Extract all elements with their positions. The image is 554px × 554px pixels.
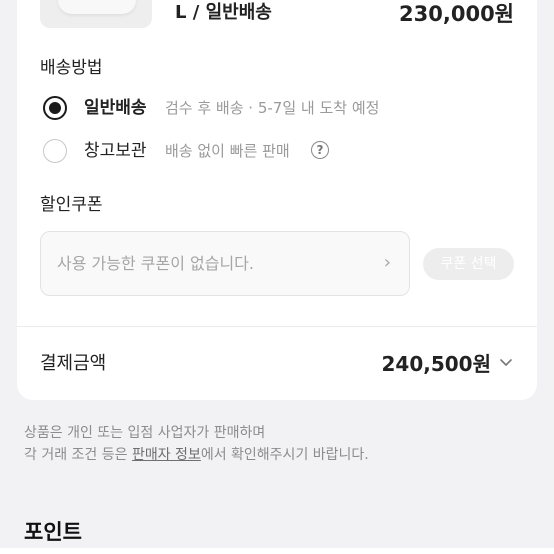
divider (17, 326, 537, 327)
payment-amount-value[interactable]: 240,500원 (382, 350, 492, 378)
shipping-option-description: 검수 후 배송 · 5-7일 내 도착 예정 (165, 99, 380, 117)
shipping-method-title: 배송방법 (40, 58, 103, 78)
points-card (0, 548, 554, 554)
shipping-option-label: 일반배송 (84, 98, 147, 118)
coupon-title: 할인쿠폰 (40, 195, 103, 215)
checkout-page: L / 일반배송 230,000원 배송방법 일반배송 검수 후 배송 · 5-… (0, 0, 554, 554)
shipping-option-description: 배송 없이 빠른 판매 (165, 142, 290, 160)
coupon-select-button[interactable]: 쿠폰 선택 (423, 248, 514, 280)
product-option: L / 일반배송 (175, 2, 272, 23)
seller-notice: 상품은 개인 또는 입점 사업자가 판매하며 각 거래 조건 등은 판매자 정보… (24, 422, 369, 466)
notice-line-1: 상품은 개인 또는 입점 사업자가 판매하며 (24, 425, 266, 441)
shipping-option-storage[interactable]: 창고보관 배송 없이 빠른 판매 ? (43, 139, 503, 167)
notice-suffix: 에서 확인해주시기 바랍니다. (200, 447, 369, 463)
radio-selected-icon[interactable] (43, 96, 67, 120)
seller-info-link[interactable]: 판매자 정보 (132, 447, 201, 463)
radio-unselected-icon[interactable] (43, 139, 67, 163)
product-thumbnail (40, 0, 152, 28)
chevron-right-icon: › (383, 252, 391, 273)
notice-prefix: 각 거래 조건 등은 (24, 447, 132, 463)
chevron-down-icon[interactable] (497, 353, 515, 371)
coupon-field[interactable]: 사용 가능한 쿠폰이 없습니다. › (40, 231, 410, 296)
shipping-option-label: 창고보관 (84, 141, 147, 161)
shipping-option-standard[interactable]: 일반배송 검수 후 배송 · 5-7일 내 도착 예정 (43, 96, 503, 124)
notice-line-2: 각 거래 조건 등은 판매자 정보에서 확인해주시기 바랍니다. (24, 444, 369, 466)
payment-amount-label: 결제금액 (40, 353, 107, 374)
points-title: 포인트 (24, 520, 82, 544)
question-circle-icon[interactable]: ? (311, 141, 329, 159)
product-price: 230,000원 (399, 2, 514, 26)
shoe-image (58, 0, 136, 14)
coupon-placeholder: 사용 가능한 쿠폰이 없습니다. (57, 254, 254, 273)
